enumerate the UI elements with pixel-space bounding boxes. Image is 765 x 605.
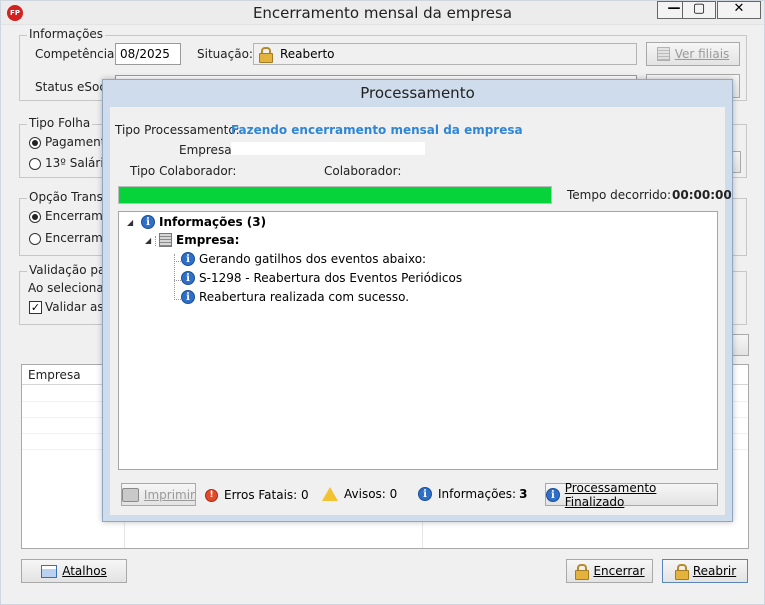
empresa-value <box>231 142 425 155</box>
tempo-decorrido-value: 00:00:00 <box>672 188 732 202</box>
progress-fill <box>119 187 551 203</box>
competencia-field[interactable]: 08/2025 <box>115 43 181 65</box>
situacao-field: Reaberto <box>253 43 637 65</box>
avisos-status: Avisos: 0 <box>322 487 397 501</box>
tipo-processamento-label: Tipo Processamento: <box>115 123 240 137</box>
imprimir-button[interactable]: Imprimir <box>121 483 196 506</box>
avisos-label: Avisos: 0 <box>344 487 398 501</box>
validar-checkbox[interactable]: ✓ <box>29 301 42 314</box>
ver-filiais-button[interactable]: Ver filiais <box>646 42 740 66</box>
tree-empresa-label: Empresa: <box>176 233 240 247</box>
printer-icon <box>122 487 139 502</box>
encerrar-button[interactable]: Encerrar <box>566 559 653 583</box>
dialog-body: Tipo Processamento: Fazendo encerramento… <box>110 107 732 515</box>
grid-header-empresa[interactable]: Empresa <box>28 368 81 382</box>
window-title: Encerramento mensal da empresa <box>252 4 513 22</box>
situacao-value: Reaberto <box>280 47 335 61</box>
situacao-label: Situação: <box>197 47 253 61</box>
empresa-label: Empresa: <box>179 143 236 157</box>
radio-13-salario[interactable] <box>29 158 41 170</box>
processamento-finalizado-button[interactable]: i Processamento Finalizado <box>545 480 718 509</box>
tree-item[interactable]: i Reabertura realizada com sucesso. <box>181 290 409 304</box>
info-icon: i <box>418 487 432 501</box>
info-icon: i <box>141 215 155 229</box>
info-icon: i <box>181 290 195 304</box>
info-icon: i <box>181 252 195 266</box>
competencia-label: Competência: <box>35 47 119 61</box>
log-tree[interactable]: ◢ i Informações (3) ◢ Empresa: i Gerando… <box>118 211 718 470</box>
ver-filiais-label: Ver filiais <box>674 47 730 61</box>
erros-fatais-label: Erros Fatais: 0 <box>224 488 309 502</box>
tree-item[interactable]: i S-1298 - Reabertura dos Eventos Periód… <box>181 271 462 285</box>
radio-encerramento-1[interactable] <box>29 211 41 223</box>
tempo-decorrido-label: Tempo decorrido: <box>567 188 672 202</box>
maximize-button[interactable]: ▢ <box>682 1 716 19</box>
radio-pagamento[interactable] <box>29 137 41 149</box>
lock-icon <box>258 47 273 63</box>
info-group-title: Informações <box>27 27 106 41</box>
tree-item[interactable]: i Gerando gatilhos dos eventos abaixo: <box>181 252 426 266</box>
processamento-dialog: Processamento Tipo Processamento: Fazend… <box>102 79 733 522</box>
informacoes-label: Informações: <box>438 487 517 501</box>
info-icon: i <box>546 487 560 502</box>
building-icon <box>159 233 172 247</box>
lock-icon <box>574 564 590 580</box>
error-icon: ! <box>205 488 218 502</box>
tree-root-label: Informações (3) <box>159 215 267 229</box>
dialog-title: Processamento <box>360 84 475 102</box>
warning-icon <box>322 487 338 501</box>
info-icon: i <box>181 271 195 285</box>
imprimir-label: Imprimir <box>143 487 195 502</box>
progress-bar <box>118 186 552 204</box>
collapse-icon[interactable]: ◢ <box>127 218 137 227</box>
title-bar: FP Encerramento mensal da empresa — ▢ ✕ <box>1 1 764 25</box>
informacoes-count: 3 <box>519 487 528 501</box>
tree-item-label: S-1298 - Reabertura dos Eventos Periódic… <box>199 271 463 285</box>
tree-item-label: Gerando gatilhos dos eventos abaixo: <box>199 252 427 266</box>
processamento-finalizado-label: Processamento Finalizado <box>564 480 657 509</box>
collapse-icon[interactable]: ◢ <box>145 236 155 245</box>
reabrir-label: Reabrir <box>692 564 737 578</box>
tipo-colaborador-label: Tipo Colaborador: <box>130 164 237 178</box>
tipo-folha-title: Tipo Folha <box>27 116 93 130</box>
erros-fatais-status: ! Erros Fatais: 0 <box>205 488 309 502</box>
building-icon <box>656 47 670 61</box>
tree-item-label: Reabertura realizada com sucesso. <box>199 290 410 304</box>
radio-encerramento-2[interactable] <box>29 233 41 245</box>
validacao-text: Ao selecionar <box>28 281 109 295</box>
tree-empresa-node[interactable]: ◢ Empresa: <box>145 233 239 247</box>
lock-icon <box>674 564 689 580</box>
colaborador-label: Colaborador: <box>324 164 402 178</box>
tree-root[interactable]: ◢ i Informações (3) <box>127 215 266 229</box>
encerrar-label: Encerrar <box>593 564 645 578</box>
tipo-processamento-value: Fazendo encerramento mensal da empresa <box>231 123 523 137</box>
close-button[interactable]: ✕ <box>717 1 761 19</box>
shortcuts-icon <box>41 564 58 578</box>
informacoes-status: i Informações: 3 <box>418 487 527 501</box>
atalhos-label: Atalhos <box>62 564 107 578</box>
reabrir-button[interactable]: Reabrir <box>662 559 748 583</box>
atalhos-button[interactable]: Atalhos <box>21 559 127 583</box>
